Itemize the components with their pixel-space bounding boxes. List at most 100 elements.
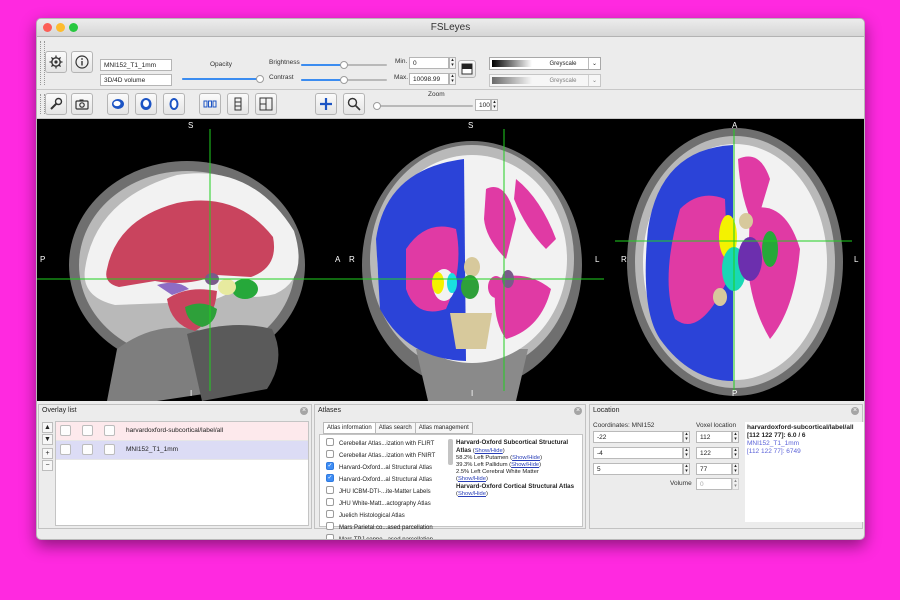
voxel-y-field[interactable]: 122 (696, 447, 732, 459)
atlas-checkbox[interactable]: ✓ (326, 462, 334, 471)
info-icon (75, 55, 89, 69)
atlas-list-item[interactable]: JHU ICBM-DTI-...ite-Matter Labels (326, 486, 431, 499)
atlas-list-item[interactable]: ✓ Harvard-Oxford...al Structural Atlas (326, 462, 432, 475)
zoom-slider[interactable] (373, 102, 473, 110)
add-overlay-button[interactable]: + (42, 448, 53, 459)
contrast-slider-knob[interactable] (340, 76, 348, 84)
show-hide-link[interactable]: Show/Hide (511, 462, 539, 468)
column-layout-button[interactable] (227, 93, 249, 115)
volume-spinner[interactable]: ▴ ▾ (732, 478, 739, 490)
volume-field[interactable]: 0 (696, 478, 732, 490)
negative-colormap-select[interactable]: Greyscale ⌄ (489, 74, 601, 87)
atlas-list-item[interactable]: JHU White-Matt...actography Atlas (326, 498, 431, 511)
show-hide-link[interactable]: Show/Hide (458, 476, 486, 482)
min-spinner[interactable]: ▴ ▾ (449, 57, 456, 69)
dropdown-icon: ⌄ (588, 75, 600, 86)
atlas-list-item[interactable]: Cerebellar Atlas...ization with FLIRT (326, 438, 434, 451)
close-icon[interactable]: × (851, 407, 859, 415)
coronal-label-right: L (595, 255, 600, 264)
overlay-name-field[interactable]: MNI152_T1_1mm (100, 59, 172, 71)
zoom-spinner[interactable]: ▴ ▾ (491, 99, 498, 111)
atlas-checkbox[interactable] (326, 534, 334, 539)
file-icon[interactable] (60, 425, 71, 436)
voxel-x-spinner[interactable]: ▴ ▾ (732, 431, 739, 443)
close-icon[interactable]: × (574, 407, 582, 415)
toggle-axial-button[interactable] (163, 93, 185, 115)
voxel-z-spinner[interactable]: ▴ ▾ (732, 463, 739, 475)
subcortical-atlas-title: Harvard-Oxford Subcortical Structural At… (456, 439, 569, 454)
screenshot-button[interactable] (71, 93, 93, 115)
min-value-field[interactable]: 0 (409, 57, 449, 69)
voxel-x-field[interactable]: 112 (696, 431, 732, 443)
window-title: FSLeyes (430, 22, 471, 33)
voxel-y-spinner[interactable]: ▴ ▾ (732, 447, 739, 459)
zoom-slider-knob[interactable] (373, 102, 381, 110)
brightness-slider-knob[interactable] (340, 61, 348, 69)
settings-button[interactable] (45, 51, 67, 73)
list-item[interactable]: MNI152_T1_1mm (56, 441, 308, 460)
atlas-checkbox[interactable] (326, 522, 334, 531)
atlas-list-item[interactable]: Mars TPJ conne...ased parcellation (326, 534, 433, 539)
list-item[interactable]: harvardoxford-subcortical/label/all (56, 422, 308, 441)
link-icon[interactable] (82, 425, 93, 436)
close-icon[interactable]: × (300, 407, 308, 415)
brightness-slider[interactable] (301, 61, 387, 69)
atlas-checkbox[interactable]: ✓ (326, 474, 334, 483)
move-up-button[interactable]: ▲ (42, 422, 53, 433)
world-x-field[interactable]: -22 (593, 431, 683, 443)
zoom-button[interactable] (343, 93, 365, 115)
show-hide-link[interactable]: Show/Hide (512, 455, 540, 461)
atlas-checkbox[interactable] (326, 510, 334, 519)
remove-overlay-button[interactable]: − (42, 460, 53, 471)
toggle-sagittal-button[interactable] (107, 93, 129, 115)
info-button[interactable] (71, 51, 93, 73)
toggle-coronal-button[interactable] (135, 93, 157, 115)
opacity-slider-knob[interactable] (256, 75, 264, 83)
invert-cmap-button[interactable] (458, 60, 476, 78)
world-y-spinner[interactable]: ▴ ▾ (683, 447, 690, 459)
tab-atlas-search[interactable]: Atlas search (374, 422, 416, 434)
colormap-select[interactable]: Greyscale ⌄ (489, 57, 601, 70)
ortho-view[interactable]: S I P A S I R L A P R L (37, 119, 864, 401)
overlay-list[interactable]: harvardoxford-subcortical/label/all MNI1… (55, 421, 309, 526)
atlas-list-item[interactable]: Juelich Histological Atlas (326, 510, 405, 523)
sagittal-label-top: S (188, 121, 194, 130)
toggle-cursor-button[interactable] (315, 93, 337, 115)
contrast-slider[interactable] (301, 76, 387, 84)
atlas-checkbox[interactable] (326, 486, 334, 495)
overlay-type-select[interactable]: 3D/4D volume (100, 74, 172, 86)
tab-atlas-information[interactable]: Atlas information (323, 422, 376, 434)
move-down-button[interactable]: ▼ (42, 434, 53, 445)
atlas-name: JHU ICBM-DTI-...ite-Matter Labels (339, 489, 431, 495)
world-y-field[interactable]: -4 (593, 447, 683, 459)
column-layout-icon (234, 97, 242, 111)
atlas-list-scrollbar[interactable] (448, 439, 453, 465)
world-x-spinner[interactable]: ▴ ▾ (683, 431, 690, 443)
atlas-checkbox[interactable] (326, 450, 334, 459)
dropdown-icon: ⌄ (588, 58, 600, 69)
voxel-z-field[interactable]: 77 (696, 463, 732, 475)
eye-icon[interactable] (104, 425, 115, 436)
grid-layout-button[interactable] (255, 93, 277, 115)
view-settings-button[interactable] (45, 93, 67, 115)
atlas-checkbox[interactable] (326, 438, 334, 447)
link-icon[interactable] (82, 444, 93, 455)
max-value-field[interactable]: 10098.99 (409, 73, 449, 85)
coronal-label-left: R (349, 255, 355, 264)
cortical-atlas-title: Harvard-Oxford Cortical Structural Atlas (456, 483, 575, 490)
atlas-list-item[interactable]: Mars Parietal co...ased parcellation (326, 522, 433, 535)
lightbox-layout-button[interactable] (199, 93, 221, 115)
atlas-list-item[interactable]: ✓ Harvard-Oxford...al Structural Atlas (326, 474, 432, 487)
atlas-list-item[interactable]: Cerebellar Atlas...ization with FNIRT (326, 450, 435, 463)
world-z-field[interactable]: 5 (593, 463, 683, 475)
show-hide-link[interactable]: Show/Hide (475, 448, 503, 454)
show-hide-link[interactable]: Show/Hide (458, 491, 486, 497)
world-z-spinner[interactable]: ▴ ▾ (683, 463, 690, 475)
opacity-slider[interactable] (182, 75, 264, 83)
eye-icon[interactable] (104, 444, 115, 455)
atlas-checkbox[interactable] (326, 498, 334, 507)
max-spinner[interactable]: ▴ ▾ (449, 73, 456, 85)
zoom-value-field[interactable]: 100 (475, 99, 491, 111)
file-icon[interactable] (60, 444, 71, 455)
tab-atlas-management[interactable]: Atlas management (414, 422, 473, 434)
